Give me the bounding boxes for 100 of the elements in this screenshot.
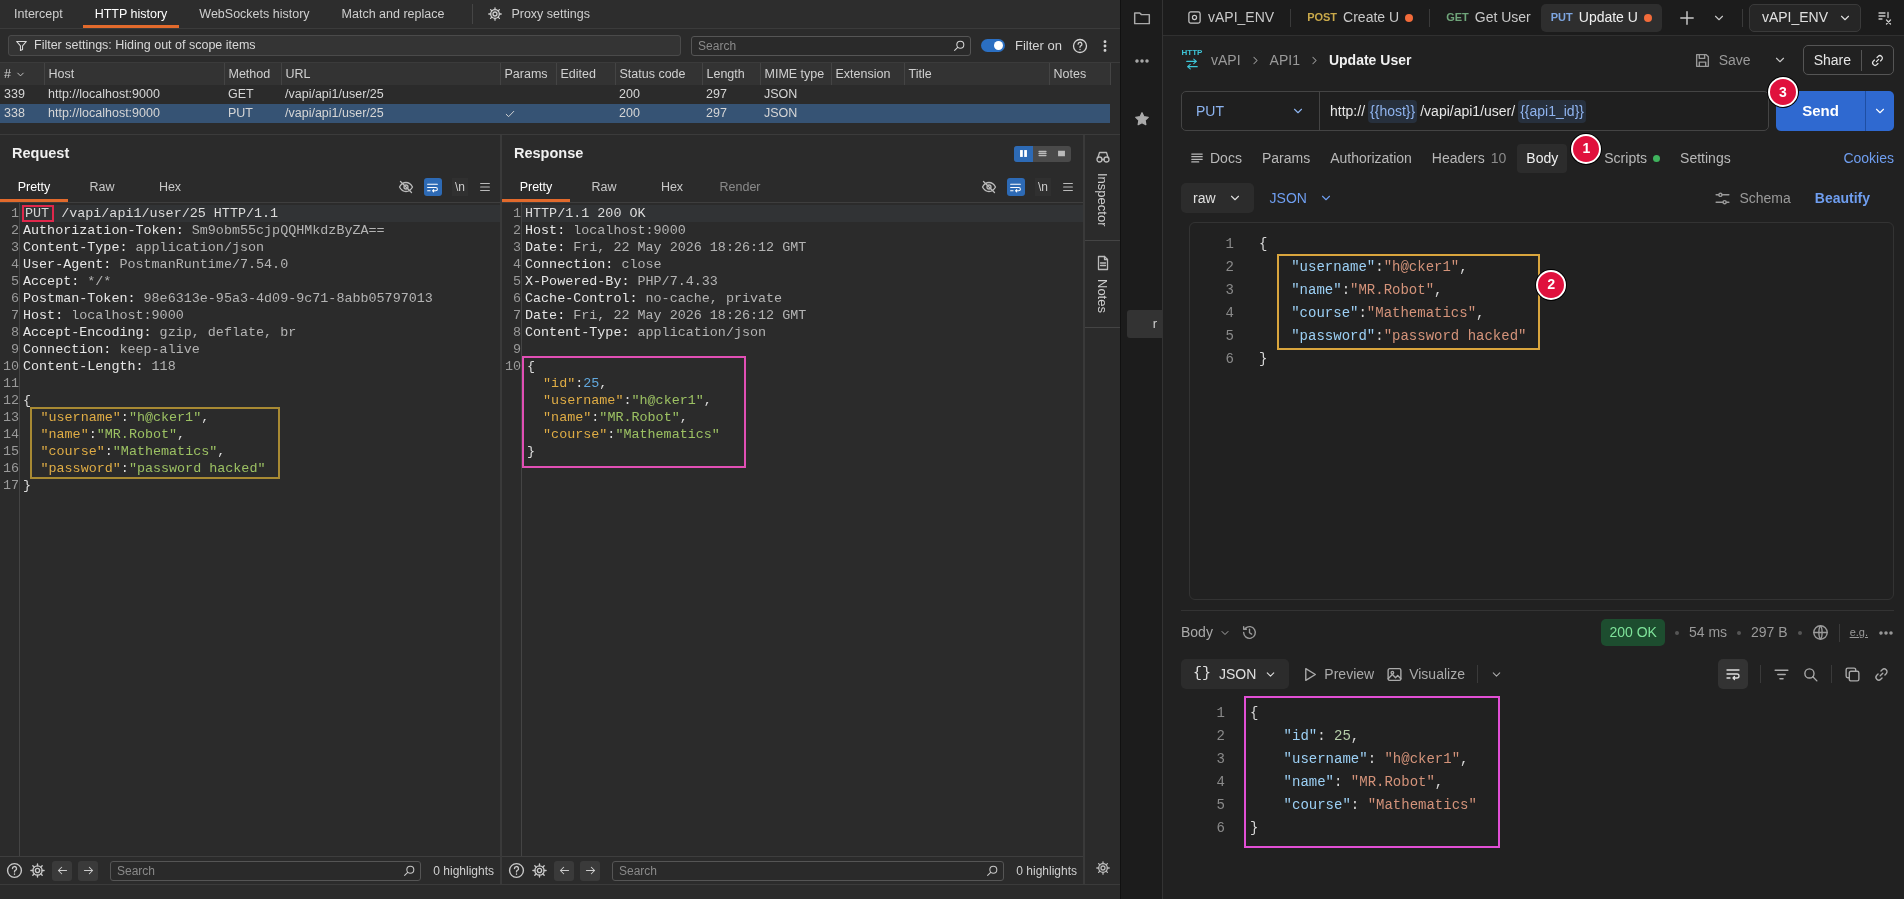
wrap-toggle[interactable] xyxy=(1007,178,1025,196)
callout-badge: 2 xyxy=(1536,270,1567,300)
back-button[interactable] xyxy=(554,860,574,881)
separator-dot xyxy=(1797,630,1802,635)
search-field[interactable]: Search xyxy=(115,861,404,880)
gear-icon[interactable] xyxy=(29,862,46,879)
beautify-button[interactable]: Beautify xyxy=(1808,186,1876,210)
table-cell: /vapi/api1/user/25 xyxy=(281,104,500,123)
plus-icon[interactable] xyxy=(1677,8,1696,27)
tab[interactable]: Hex xyxy=(136,172,204,202)
side-tab[interactable]: Inspector xyxy=(1092,173,1113,227)
history-icon[interactable] xyxy=(1240,624,1258,641)
request-tab[interactable]: GET Get User xyxy=(1436,3,1541,32)
tab[interactable]: Raw xyxy=(68,172,136,202)
tab[interactable]: Settings xyxy=(1671,143,1740,173)
tab[interactable]: Hex xyxy=(638,172,706,202)
line-number: 5 xyxy=(9,273,19,290)
tab[interactable]: Raw xyxy=(570,172,638,202)
help-icon[interactable] xyxy=(6,862,23,879)
save-button[interactable]: Save xyxy=(1687,48,1757,72)
gear-icon[interactable] xyxy=(531,862,548,879)
eye-off-icon[interactable] xyxy=(398,179,414,195)
response-view-dropdown[interactable]: Body xyxy=(1181,622,1231,643)
search-icon[interactable] xyxy=(953,39,967,52)
link-icon[interactable] xyxy=(1873,665,1890,683)
search-box[interactable]: Search xyxy=(691,35,972,56)
tab[interactable]: Authorization xyxy=(1321,143,1421,173)
body-mode-dropdown[interactable]: raw xyxy=(1181,183,1254,213)
url-text[interactable]: /vapi/api1/user/ xyxy=(1420,100,1516,122)
tab[interactable]: HTTP history xyxy=(82,0,180,28)
request-tab[interactable]: vAPI_ENV xyxy=(1177,3,1285,32)
table-cell: JSON xyxy=(760,104,831,123)
line-number: 2 xyxy=(511,222,521,239)
variable-chip[interactable]: {{api1_id}} xyxy=(1518,99,1586,123)
layout-option[interactable] xyxy=(1014,145,1033,162)
url-text[interactable]: http:// xyxy=(1330,100,1366,122)
wrap-toggle[interactable] xyxy=(424,178,442,196)
tab[interactable]: WebSockets history xyxy=(187,0,322,28)
newline-toggle[interactable]: \n xyxy=(452,178,468,196)
forward-button[interactable] xyxy=(580,860,600,881)
braces-glyph[interactable]: {} xyxy=(1193,662,1211,686)
globe-icon[interactable] xyxy=(1811,624,1829,641)
line-number: 6 xyxy=(511,290,521,307)
request-tab[interactable]: POST Create U xyxy=(1297,3,1424,32)
code-line: Connection: close xyxy=(524,256,663,273)
method-dropdown[interactable]: PUT xyxy=(1182,92,1320,130)
tab-label[interactable]: Docs xyxy=(1210,147,1242,169)
tab[interactable]: Pretty xyxy=(0,172,68,202)
variable-chip[interactable]: {{host}} xyxy=(1368,99,1418,123)
folder-icon[interactable] xyxy=(1132,9,1151,27)
environment-dropdown[interactable]: vAPI_ENV xyxy=(1748,3,1862,32)
search-icon[interactable] xyxy=(1802,665,1819,683)
breadcrumb-link[interactable]: vAPI xyxy=(1211,49,1241,71)
star-icon[interactable] xyxy=(1133,111,1150,127)
column-header[interactable]: URL xyxy=(285,66,311,81)
toggle-switch[interactable] xyxy=(981,39,1006,52)
side-tab[interactable]: Notes xyxy=(1092,279,1113,314)
table-row[interactable]: 338 http://localhost:9000 PUT /vapi/api1/user/25 200 297 JSON xyxy=(0,104,1110,123)
tab[interactable]: Match and replace xyxy=(329,0,457,28)
forward-button[interactable] xyxy=(78,860,98,881)
table-row[interactable]: 339 http://localhost:9000 GET /vapi/api1/user/25 200 297 JSON xyxy=(0,85,1110,104)
environment-quick-look-icon[interactable] xyxy=(1877,9,1894,26)
tab[interactable]: Params xyxy=(1252,143,1320,173)
search-box[interactable]: Search xyxy=(110,860,422,881)
newline-toggle[interactable]: \n xyxy=(1035,178,1051,196)
proxy-settings-button[interactable]: Proxy settings xyxy=(481,0,596,28)
search-icon[interactable] xyxy=(403,864,417,877)
layout-switch[interactable] xyxy=(1014,145,1071,162)
tab[interactable]: Headers 10 xyxy=(1422,143,1516,173)
wrap-toggle[interactable] xyxy=(1718,659,1748,689)
filter-settings-button[interactable]: Filter settings: Hiding out of scope items xyxy=(8,35,682,56)
menu-icon[interactable] xyxy=(1061,180,1075,194)
request-tab[interactable]: PUT Update U xyxy=(1540,3,1662,32)
gear-icon[interactable] xyxy=(1094,860,1111,876)
help-icon[interactable] xyxy=(1072,37,1088,54)
search-icon[interactable] xyxy=(986,864,1000,877)
tab[interactable]: Pretty xyxy=(502,172,570,202)
format-label[interactable]: JSON xyxy=(1219,663,1257,685)
copy-icon[interactable] xyxy=(1844,665,1861,683)
line-number: 5 xyxy=(511,273,521,290)
help-icon[interactable] xyxy=(508,862,525,879)
tab[interactable]: Intercept xyxy=(2,0,75,28)
example-button[interactable]: e.g. xyxy=(1849,624,1868,641)
back-button[interactable] xyxy=(52,860,72,881)
tab-label[interactable]: Scripts xyxy=(1604,147,1648,169)
preview-button[interactable]: Preview xyxy=(1301,663,1375,685)
schema-button[interactable]: Schema xyxy=(1708,186,1797,210)
menu-icon[interactable] xyxy=(478,180,492,194)
column-header[interactable]: Host xyxy=(48,66,75,81)
cookies-link[interactable]: Cookies xyxy=(1843,147,1894,169)
visualize-button[interactable]: Visualize xyxy=(1386,663,1465,685)
eye-off-icon[interactable] xyxy=(981,179,997,195)
language-dropdown[interactable]: JSON xyxy=(1265,183,1337,213)
column-header[interactable]: Title xyxy=(908,66,932,81)
breadcrumb-link[interactable]: API1 xyxy=(1269,49,1300,71)
column-header[interactable]: # xyxy=(4,66,11,81)
link-icon[interactable] xyxy=(1870,52,1885,68)
format-dropdown-background[interactable]: {} JSON xyxy=(1181,659,1290,689)
search-field[interactable]: Search xyxy=(696,36,954,55)
inspector-icon[interactable] xyxy=(1094,149,1111,165)
